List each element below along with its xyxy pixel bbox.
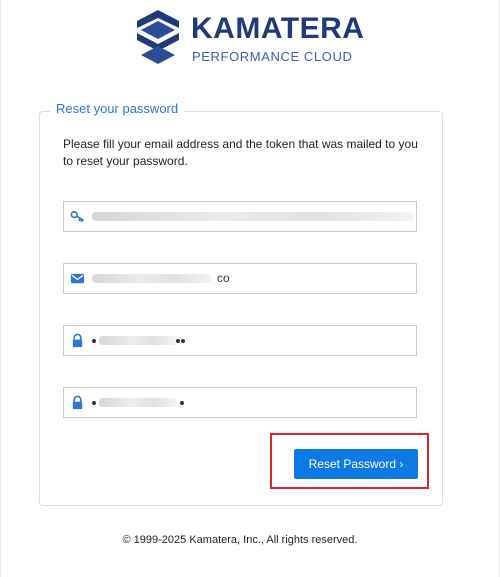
email-value-suffix: co: [217, 271, 230, 285]
brand-name: KAMATERA: [191, 12, 365, 45]
token-field[interactable]: [63, 201, 417, 232]
password-field[interactable]: [63, 325, 417, 356]
password-mask-dot: [176, 339, 180, 343]
password-mask-dot: [92, 401, 96, 405]
brand-tagline: PERFORMANCE CLOUD: [192, 49, 353, 64]
password-mask-dot: [181, 339, 185, 343]
kamatera-logo-mark-icon: [136, 9, 180, 65]
kamatera-logo: KAMATERA PERFORMANCE CLOUD: [136, 9, 364, 65]
lock-icon: [70, 395, 85, 410]
token-value-redacted: [92, 212, 414, 221]
page-edge-left: [0, 0, 1, 577]
password-value-redacted: [99, 336, 177, 345]
password-mask-dot: [92, 339, 96, 343]
confirm-password-value-redacted: [99, 398, 177, 407]
panel-legend: Reset your password: [50, 101, 185, 116]
envelope-icon: [70, 271, 85, 286]
footer-copyright: © 1999-2025 Kamatera, Inc., All rights r…: [122, 534, 358, 546]
lock-icon: [70, 333, 85, 348]
reset-password-button[interactable]: Reset Password ›: [294, 449, 418, 479]
key-icon: [70, 209, 85, 224]
instructions-text: Please fill your email address and the t…: [63, 137, 418, 168]
confirm-password-field[interactable]: [63, 387, 417, 418]
email-value-redacted: [92, 274, 212, 283]
email-field[interactable]: co: [63, 263, 417, 294]
password-mask-dot: [180, 401, 184, 405]
